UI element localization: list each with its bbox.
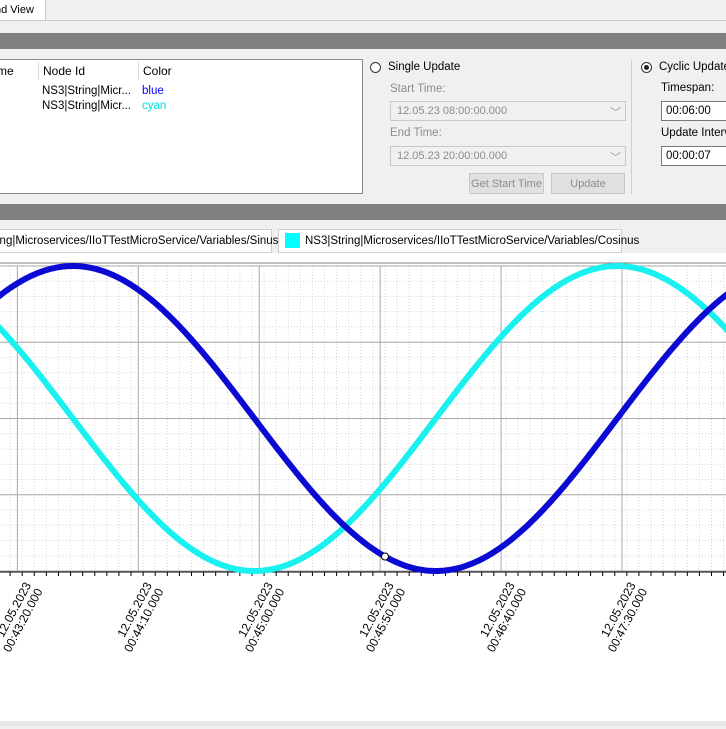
chart-legend: ing|Microservices/IIoTTestMicroService/V…	[0, 229, 726, 253]
x-tick-label: 12.05.202300:45:50.000	[352, 580, 409, 655]
start-time-combo[interactable]: 12.05.23 08:00:00.000 ﹀	[390, 101, 626, 121]
cyclic-update-label[interactable]: Cyclic Update	[659, 61, 726, 73]
list-item-node-id: NS3|String|Micr...	[42, 100, 132, 112]
update-interval-label: Update Interv	[661, 127, 726, 139]
legend-swatch-icon	[285, 233, 300, 248]
get-start-time-button[interactable]: Get Start Time	[469, 173, 544, 194]
panel-header-bar	[0, 33, 726, 49]
start-time-label: Start Time:	[390, 83, 446, 95]
list-item[interactable]: NS3|String|Micr... blue	[0, 84, 357, 99]
start-time-value: 12.05.23 08:00:00.000	[397, 105, 508, 117]
status-bar	[0, 721, 726, 726]
legend-label: NS3|String|Microservices/IIoTTestMicroSe…	[305, 235, 640, 247]
legend-label: ing|Microservices/IIoTTestMicroService/V…	[0, 235, 279, 247]
chart-header-bar	[0, 204, 726, 220]
timespan-input[interactable]: 00:06:00	[661, 101, 726, 121]
x-tick-label: 12.05.202300:43:20.000	[0, 580, 46, 655]
line-chart[interactable]: 12.05.202300:43:20.000 12.05.202300:44:10…	[0, 253, 726, 726]
node-list[interactable]: me Node Id Color NS3|String|Micr... blue…	[0, 59, 363, 194]
list-item-color: blue	[142, 85, 164, 97]
column-header-node-id[interactable]: Node Id	[43, 64, 85, 78]
end-time-combo[interactable]: 12.05.23 20:00:00.000 ﹀	[390, 146, 626, 166]
x-tick-label: 12.05.202300:45:00.000	[231, 580, 288, 655]
tab-divider	[0, 20, 726, 21]
end-time-value: 12.05.23 20:00:00.000	[397, 150, 508, 162]
end-time-label: End Time:	[390, 127, 442, 139]
single-update-radio[interactable]	[370, 62, 381, 73]
column-separator	[38, 62, 39, 80]
group-divider	[631, 60, 632, 194]
column-separator	[138, 62, 139, 80]
update-interval-input[interactable]: 00:00:07	[661, 146, 726, 166]
tab-view[interactable]: nd View	[0, 0, 46, 20]
column-header-color[interactable]: Color	[143, 64, 172, 78]
chart-area[interactable]: 12.05.202300:43:20.000 12.05.202300:44:10…	[0, 253, 726, 726]
single-update-label[interactable]: Single Update	[388, 61, 460, 73]
legend-item-cosinus[interactable]: NS3|String|Microservices/IIoTTestMicroSe…	[278, 229, 639, 253]
list-item-node-id: NS3|String|Micr...	[42, 85, 132, 97]
x-tick-label: 12.05.202300:44:10.000	[110, 580, 167, 655]
chevron-down-icon: ﹀	[610, 107, 621, 119]
legend-item-sinus[interactable]: ing|Microservices/IIoTTestMicroService/V…	[0, 229, 278, 253]
timespan-label: Timespan:	[661, 82, 715, 94]
list-item[interactable]: NS3|String|Micr... cyan	[0, 99, 357, 114]
tab-label: nd View	[0, 4, 34, 16]
column-header-name[interactable]: me	[0, 64, 14, 78]
x-tick-label: 12.05.202300:47:30.000	[593, 580, 650, 655]
chevron-down-icon: ﹀	[610, 152, 621, 164]
update-button[interactable]: Update	[551, 173, 625, 194]
cyclic-update-radio[interactable]	[641, 62, 652, 73]
list-item-color: cyan	[142, 100, 167, 112]
cursor-marker	[380, 552, 389, 561]
x-tick-label: 12.05.202300:46:40.000	[472, 580, 529, 655]
